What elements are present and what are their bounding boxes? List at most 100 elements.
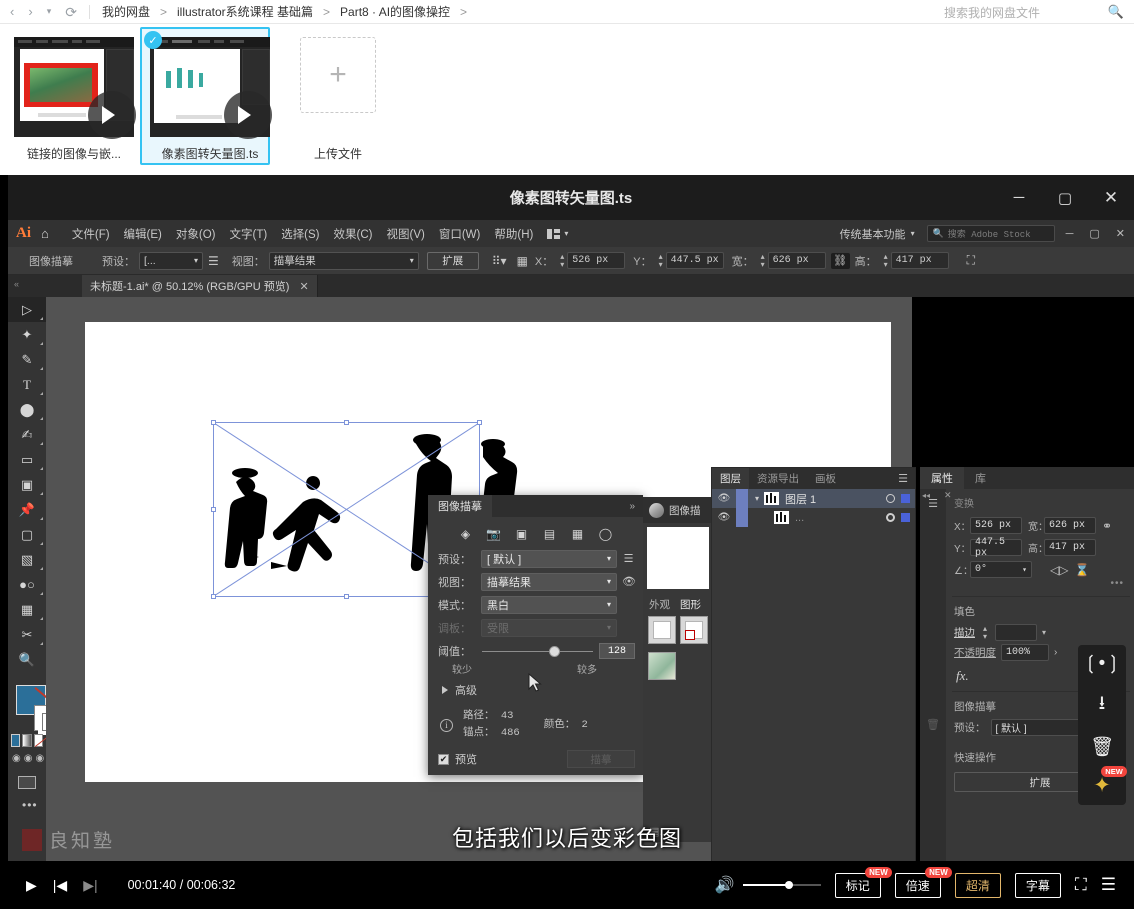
window-maximize-button[interactable]: ▢ bbox=[1042, 175, 1088, 220]
trash-icon[interactable]: 🗑 bbox=[1090, 735, 1114, 759]
stroke-weight-input[interactable] bbox=[995, 624, 1037, 641]
file-thumbnail-1[interactable]: ✓ bbox=[150, 37, 270, 137]
menu-object[interactable]: 对象(O) bbox=[169, 226, 223, 242]
layer-select-square-1[interactable] bbox=[901, 513, 910, 522]
fullscreen-icon[interactable]: ⛶ bbox=[1075, 875, 1087, 895]
tool-column-graph[interactable]: ▦ bbox=[8, 597, 46, 622]
preview-checkbox[interactable]: ✔ 预览 bbox=[438, 751, 477, 767]
expand-button[interactable]: 扩展 bbox=[427, 252, 479, 270]
eye-icon[interactable]: 👁 bbox=[622, 575, 635, 588]
menu-type[interactable]: 文字(T) bbox=[223, 226, 275, 242]
trace-panel-more-icon[interactable]: » bbox=[629, 501, 635, 512]
bbox-handle-tl[interactable] bbox=[211, 420, 216, 425]
menu-edit[interactable]: 编辑(E) bbox=[117, 226, 169, 242]
prop-y-input[interactable]: 447.5 px bbox=[970, 539, 1022, 556]
tool-pen[interactable]: ✎ bbox=[8, 347, 46, 372]
properties-collapse-icon[interactable]: ◂◂ bbox=[922, 491, 930, 500]
prop-y-field[interactable]: Y： 447.5 px bbox=[954, 539, 1022, 556]
color-mode-icon[interactable] bbox=[11, 734, 20, 747]
stroke-weight-stepper[interactable]: ▴▾ bbox=[983, 625, 987, 639]
tool-type[interactable]: T bbox=[8, 372, 46, 397]
chevron-down-icon[interactable]: ▾ bbox=[750, 494, 764, 503]
layer-name-0[interactable]: 图层 1 bbox=[785, 491, 886, 507]
flip-vertical-icon[interactable]: ⌛ bbox=[1074, 563, 1089, 577]
mid-dock-header[interactable]: 图像描 bbox=[643, 497, 713, 523]
chevron-down-icon[interactable]: ▾ bbox=[1042, 628, 1046, 637]
volume-knob[interactable] bbox=[785, 881, 793, 889]
style-chip-1[interactable] bbox=[680, 616, 708, 644]
prop-h-field[interactable]: 高： 417 px bbox=[1028, 539, 1096, 556]
transform-handles-icon[interactable]: ⛶ bbox=[967, 253, 975, 268]
breadcrumb-item-0[interactable]: 我的网盘 bbox=[102, 3, 150, 20]
menu-view[interactable]: 视图(V) bbox=[380, 226, 432, 242]
w-input[interactable]: 626 px bbox=[768, 252, 826, 269]
breadcrumb-item-2[interactable]: Part8 · AI的图像操控 bbox=[340, 3, 450, 20]
threshold-value-input[interactable]: 128 bbox=[599, 643, 635, 659]
menu-file[interactable]: 文件(F) bbox=[65, 226, 117, 242]
transform-more-options[interactable]: ••• bbox=[948, 578, 1134, 589]
speed-button[interactable]: 倍速 NEW bbox=[895, 873, 941, 898]
volume-slider[interactable] bbox=[743, 884, 821, 886]
pin-icon[interactable]: ✦ NEW bbox=[1093, 773, 1111, 798]
back-button[interactable]: ‹ bbox=[10, 5, 14, 18]
menu-help[interactable]: 帮助(H) bbox=[487, 226, 540, 242]
speaker-icon[interactable]: 🔊 bbox=[715, 875, 735, 895]
layer-row-1[interactable]: 👁 ... bbox=[712, 508, 915, 527]
download-icon[interactable]: ⭳ bbox=[1099, 689, 1106, 721]
outline-icon[interactable]: ◯ bbox=[597, 527, 614, 542]
eye-icon[interactable]: 👁 bbox=[712, 512, 736, 523]
next-button[interactable]: ▶| bbox=[83, 877, 97, 894]
auto-color-icon[interactable]: ◈ bbox=[457, 527, 474, 542]
file-checked-icon[interactable]: ✓ bbox=[144, 31, 162, 49]
tool-free-transform[interactable]: ▣ bbox=[8, 472, 46, 497]
threshold-slider[interactable] bbox=[482, 651, 593, 652]
tab-artboards[interactable]: 画板 bbox=[807, 468, 844, 489]
panel-collapse-icon[interactable]: « bbox=[14, 279, 19, 289]
previous-button[interactable]: |◀ bbox=[53, 877, 67, 894]
tab-layers[interactable]: 图层 bbox=[712, 468, 749, 489]
blackwhite-icon[interactable]: ▦ bbox=[569, 527, 586, 542]
none-mode-icon[interactable] bbox=[34, 734, 43, 747]
options-view-select[interactable]: 描摹结果 ▾ bbox=[269, 252, 419, 270]
opacity-input[interactable]: 100% bbox=[1001, 644, 1049, 661]
prop-x-field[interactable]: X： 526 px bbox=[954, 517, 1022, 534]
play-overlay-0[interactable] bbox=[88, 91, 136, 139]
tool-rectangle[interactable]: ▭ bbox=[8, 447, 46, 472]
window-minimize-button[interactable]: ─ bbox=[996, 175, 1042, 220]
layer-select-square-0[interactable] bbox=[901, 494, 910, 503]
menu-window[interactable]: 窗口(W) bbox=[432, 226, 488, 242]
bbox-handle-tr[interactable] bbox=[477, 420, 482, 425]
volume-control[interactable]: 🔊 bbox=[715, 875, 821, 895]
layer-target-circle-0[interactable] bbox=[886, 494, 895, 503]
tool-magic-wand[interactable]: ✦ bbox=[8, 322, 46, 347]
prop-h-input[interactable]: 417 px bbox=[1044, 539, 1096, 556]
tool-rotate[interactable]: 📌 bbox=[8, 497, 46, 522]
forward-button[interactable]: › bbox=[28, 5, 32, 18]
prop-x-input[interactable]: 526 px bbox=[970, 517, 1022, 534]
toolbox-more-icon[interactable]: ••• bbox=[8, 789, 46, 812]
color-swatches[interactable] bbox=[8, 672, 46, 732]
opacity-options-arrow[interactable]: › bbox=[1054, 647, 1057, 658]
app-restore-button[interactable]: ▢ bbox=[1084, 227, 1104, 240]
trace-panel-tab[interactable]: 图像描摹 bbox=[428, 495, 492, 517]
opacity-label[interactable]: 不透明度 bbox=[954, 645, 996, 660]
share-icon[interactable]: ❲•❳ bbox=[1083, 652, 1122, 675]
options-preset-select[interactable]: [... ▾ bbox=[139, 252, 203, 270]
layer-target-circle-1[interactable] bbox=[886, 513, 895, 522]
upload-file-card[interactable]: + 上传文件 bbox=[300, 37, 376, 162]
upload-plus-icon[interactable]: + bbox=[300, 37, 376, 113]
tab-properties[interactable]: 属性 bbox=[920, 467, 964, 489]
tool-eyedropper[interactable]: ✂ bbox=[8, 622, 46, 647]
app-minimize-button[interactable]: ─ bbox=[1061, 228, 1079, 240]
style-chip-0[interactable] bbox=[648, 616, 676, 644]
bbox-handle-bl[interactable] bbox=[211, 594, 216, 599]
h-input[interactable]: 417 px bbox=[891, 252, 949, 269]
history-dropdown-button[interactable]: ▾ bbox=[47, 7, 52, 16]
prop-w-input[interactable]: 626 px bbox=[1044, 517, 1096, 534]
props-trace-preset-select[interactable]: [ 默认 ] ▾ bbox=[991, 719, 1089, 736]
trace-panel-toggle-icon[interactable]: ☰ bbox=[208, 254, 219, 268]
tool-selection[interactable]: ▷ bbox=[8, 297, 46, 322]
subtitle-button[interactable]: 字幕 bbox=[1015, 873, 1061, 898]
bbox-handle-t[interactable] bbox=[344, 420, 349, 425]
tool-zoom[interactable]: 🔍 bbox=[8, 647, 46, 672]
